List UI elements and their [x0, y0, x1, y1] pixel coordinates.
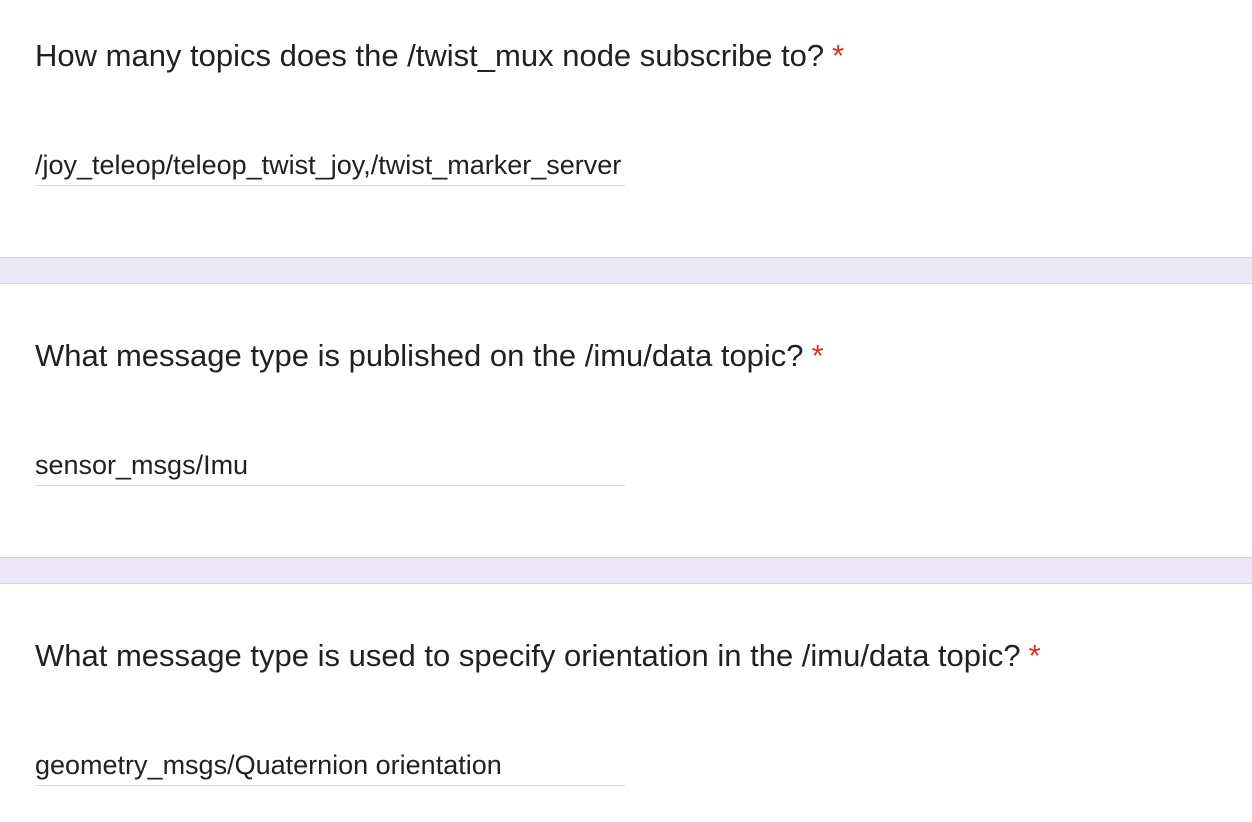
question-title-1: How many topics does the /twist_mux node… [35, 36, 844, 76]
answer-input-3[interactable] [35, 745, 625, 786]
question-title-2: What message type is published on the /i… [35, 336, 824, 376]
question-card-1: How many topics does the /twist_mux node… [0, 0, 1252, 257]
question-card-2: What message type is published on the /i… [0, 284, 1252, 557]
required-asterisk-1: * [832, 38, 845, 73]
question-title-3: What message type is used to specify ori… [35, 636, 1041, 676]
question-text-2: What message type is published on the /i… [35, 338, 804, 373]
question-text-3: What message type is used to specify ori… [35, 638, 1021, 673]
section-separator-1 [0, 257, 1252, 284]
answer-input-2[interactable] [35, 445, 625, 486]
question-text-1: How many topics does the /twist_mux node… [35, 38, 825, 73]
section-separator-2 [0, 557, 1252, 584]
required-asterisk-2: * [811, 338, 824, 373]
form: How many topics does the /twist_mux node… [0, 0, 1252, 822]
question-card-3: What message type is used to specify ori… [0, 584, 1252, 822]
answer-input-1[interactable] [35, 145, 625, 186]
required-asterisk-3: * [1028, 638, 1041, 673]
